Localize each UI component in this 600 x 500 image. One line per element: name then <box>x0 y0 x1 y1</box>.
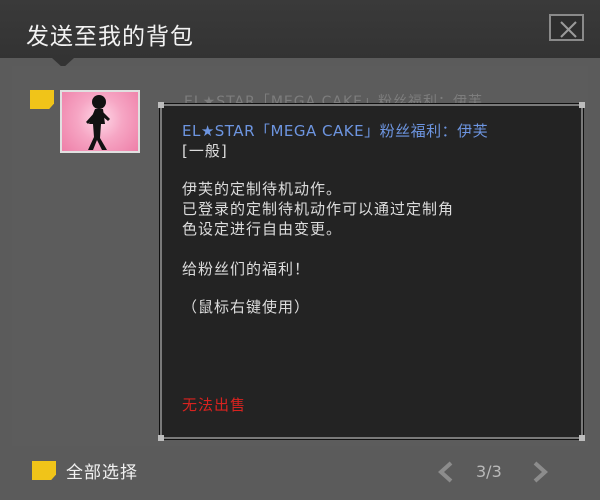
tooltip-warning: 无法出售 <box>182 396 247 414</box>
tooltip-corner <box>579 435 585 441</box>
dialog-titlebar: 发送至我的背包 <box>0 0 600 58</box>
item-list: EL★STAR「MEGA CAKE」粉丝福利：伊芙 EL★STAR「MEGA C… <box>12 66 588 446</box>
item-thumbnail[interactable] <box>60 90 140 153</box>
close-icon <box>560 21 577 38</box>
select-all-label[interactable]: 全部选择 <box>66 458 138 483</box>
tooltip-description-line: 伊芙的定制待机动作。 <box>182 180 343 198</box>
send-to-bag-dialog: 发送至我的背包 EL★STAR「MEGA CAKE」粉丝福利：伊芙 EL★STA… <box>0 0 600 500</box>
tooltip-description-line: 给粉丝们的福利！ <box>182 260 311 278</box>
next-page-button[interactable] <box>530 460 550 484</box>
tooltip-corner <box>158 102 164 108</box>
dialog-title: 发送至我的背包 <box>26 24 194 50</box>
chevron-right-icon <box>533 461 548 483</box>
tooltip-grade: [一般] <box>182 142 228 160</box>
chevron-left-icon <box>438 461 453 483</box>
tooltip-item-name: EL★STAR「MEGA CAKE」粉丝福利：伊芙 <box>182 122 489 140</box>
tooltip-description-line: 色设定进行自由变更。 <box>182 220 343 238</box>
tooltip-corner <box>579 102 585 108</box>
tooltip-usage-hint: （鼠标右键使用） <box>182 298 311 316</box>
item-tooltip: EL★STAR「MEGA CAKE」粉丝福利：伊芙 [一般] 伊芙的定制待机动作… <box>158 102 585 441</box>
previous-page-button[interactable] <box>436 460 456 484</box>
select-all-checkbox[interactable] <box>32 461 56 480</box>
close-button[interactable] <box>549 14 584 41</box>
dialog-footer: 全部选择 3/3 <box>0 446 600 500</box>
dancer-silhouette-icon <box>86 95 110 150</box>
tooltip-description-line: 已登录的定制待机动作可以通过定制角 <box>182 200 455 218</box>
page-indicator: 3/3 <box>476 462 502 481</box>
item-checkbox[interactable] <box>30 90 54 109</box>
tooltip-corner <box>158 435 164 441</box>
